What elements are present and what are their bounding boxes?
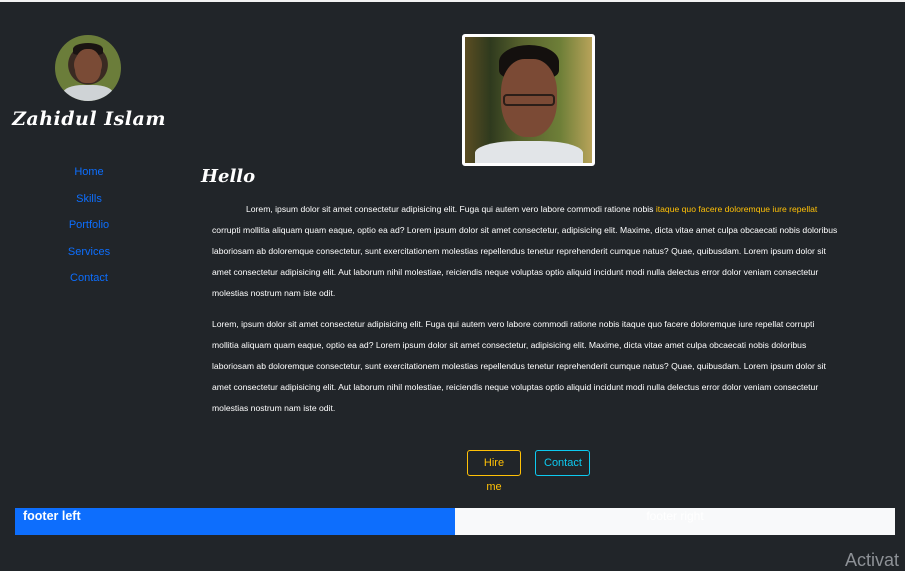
nav-portfolio-link[interactable]: Portfolio bbox=[0, 217, 178, 244]
intro-text-start: Lorem, ipsum dolor sit amet consectetur … bbox=[246, 204, 656, 214]
profile-photo bbox=[462, 34, 595, 166]
greeting-heading: Hello bbox=[201, 166, 256, 187]
footer-left: footer left bbox=[15, 508, 455, 535]
sidebar-nav: Home Skills Portfolio Services Contact bbox=[0, 164, 178, 297]
nav-skills-link[interactable]: Skills bbox=[0, 191, 178, 218]
second-paragraph: Lorem, ipsum dolor sit amet consectetur … bbox=[212, 319, 826, 413]
avatar bbox=[55, 35, 121, 101]
footer-right: footer right bbox=[455, 508, 895, 535]
activation-watermark: Activat bbox=[845, 550, 900, 570]
intro-paragraph: Lorem, ipsum dolor sit amet consectetur … bbox=[212, 199, 842, 304]
intro-highlight: itaque quo facere doloremque iure repell… bbox=[655, 204, 818, 214]
nav-contact-link[interactable]: Contact bbox=[0, 270, 178, 297]
profile-name: Zahidul Islam bbox=[12, 108, 166, 130]
intro-text-end: corrupti mollitia aliquam quam eaque, op… bbox=[212, 225, 838, 298]
sidebar: Zahidul Islam Home Skills Portfolio Serv… bbox=[0, 0, 178, 500]
nav-services-link[interactable]: Services bbox=[0, 244, 178, 271]
nav-home-link[interactable]: Home bbox=[0, 164, 178, 191]
contact-button[interactable]: Contact bbox=[535, 450, 590, 476]
hire-me-button[interactable]: Hire me bbox=[467, 450, 521, 493]
